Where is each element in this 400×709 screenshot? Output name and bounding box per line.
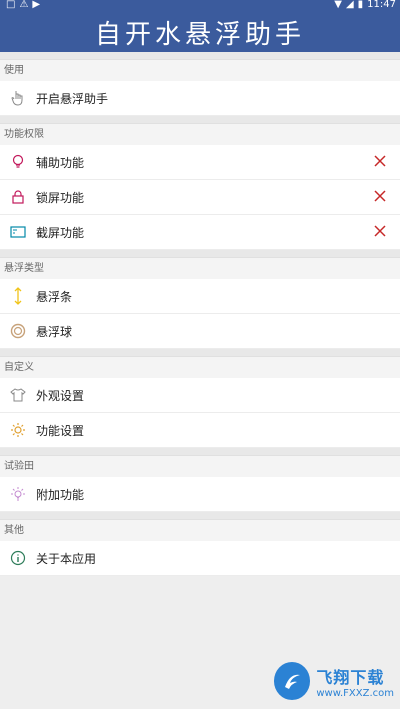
lock-icon [0, 190, 36, 204]
close-icon[interactable] [372, 153, 388, 169]
notification-icon: ▶ [32, 0, 41, 10]
battery-icon: ▮ [357, 0, 364, 10]
item-screenshot[interactable]: 截屏功能 [0, 215, 400, 250]
item-enable-floating[interactable]: 开启悬浮助手 [0, 81, 400, 116]
item-label: 悬浮条 [36, 289, 73, 304]
notification-icon: ⚠ [19, 0, 29, 10]
item-label: 锁屏功能 [36, 190, 85, 205]
watermark-url: www.FXXZ.com [316, 687, 394, 699]
section-lab: 试验田 [0, 455, 400, 477]
item-about[interactable]: 关于本应用 [0, 541, 400, 576]
notification-icon: □ [6, 0, 16, 10]
item-float-ball[interactable]: 悬浮球 [0, 314, 400, 349]
item-extra-features[interactable]: 附加功能 [0, 477, 400, 512]
item-appearance[interactable]: 外观设置 [0, 378, 400, 413]
status-bar: □ ⚠ ▶ ▼ ◢ ▮ 11:47 [0, 0, 400, 12]
close-icon[interactable] [372, 188, 388, 204]
section-float-type: 悬浮类型 [0, 257, 400, 279]
float-ball-icon [0, 323, 36, 339]
app-title: 自开水悬浮助手 [94, 19, 305, 50]
section-usage: 使用 [0, 59, 400, 81]
item-float-bar[interactable]: 悬浮条 [0, 279, 400, 314]
wifi-icon: ▼ [334, 0, 342, 10]
shirt-icon [0, 388, 36, 402]
section-permissions: 功能权限 [0, 123, 400, 145]
vertical-bar-icon [0, 287, 36, 305]
section-other: 其他 [0, 519, 400, 541]
hand-pointer-icon [0, 90, 36, 106]
bulb-rays-icon [0, 486, 36, 502]
watermark-logo [274, 662, 311, 700]
item-label: 附加功能 [36, 487, 85, 502]
status-time: 11:47 [367, 0, 396, 10]
lightbulb-icon [0, 154, 36, 170]
info-icon [0, 550, 36, 566]
section-custom: 自定义 [0, 356, 400, 378]
screenshot-icon [0, 226, 36, 238]
gear-icon [0, 422, 36, 438]
app-bar: 自开水悬浮助手 [0, 12, 400, 52]
item-function-settings[interactable]: 功能设置 [0, 413, 400, 448]
item-label: 悬浮球 [36, 324, 73, 339]
item-lock-screen[interactable]: 锁屏功能 [0, 180, 400, 215]
watermark-text: 飞翔下载 www.FXXZ.com [316, 664, 394, 699]
watermark: 飞翔下载 www.FXXZ.com [274, 659, 394, 703]
watermark-brand: 飞翔下载 [316, 667, 385, 687]
item-label: 外观设置 [36, 388, 85, 403]
item-label: 关于本应用 [36, 551, 97, 566]
item-accessibility[interactable]: 辅助功能 [0, 145, 400, 180]
item-label: 截屏功能 [36, 225, 85, 240]
signal-icon: ◢ [345, 0, 354, 10]
item-label: 开启悬浮助手 [36, 91, 109, 106]
item-label: 辅助功能 [36, 155, 85, 170]
item-label: 功能设置 [36, 423, 85, 438]
close-icon[interactable] [372, 223, 388, 239]
